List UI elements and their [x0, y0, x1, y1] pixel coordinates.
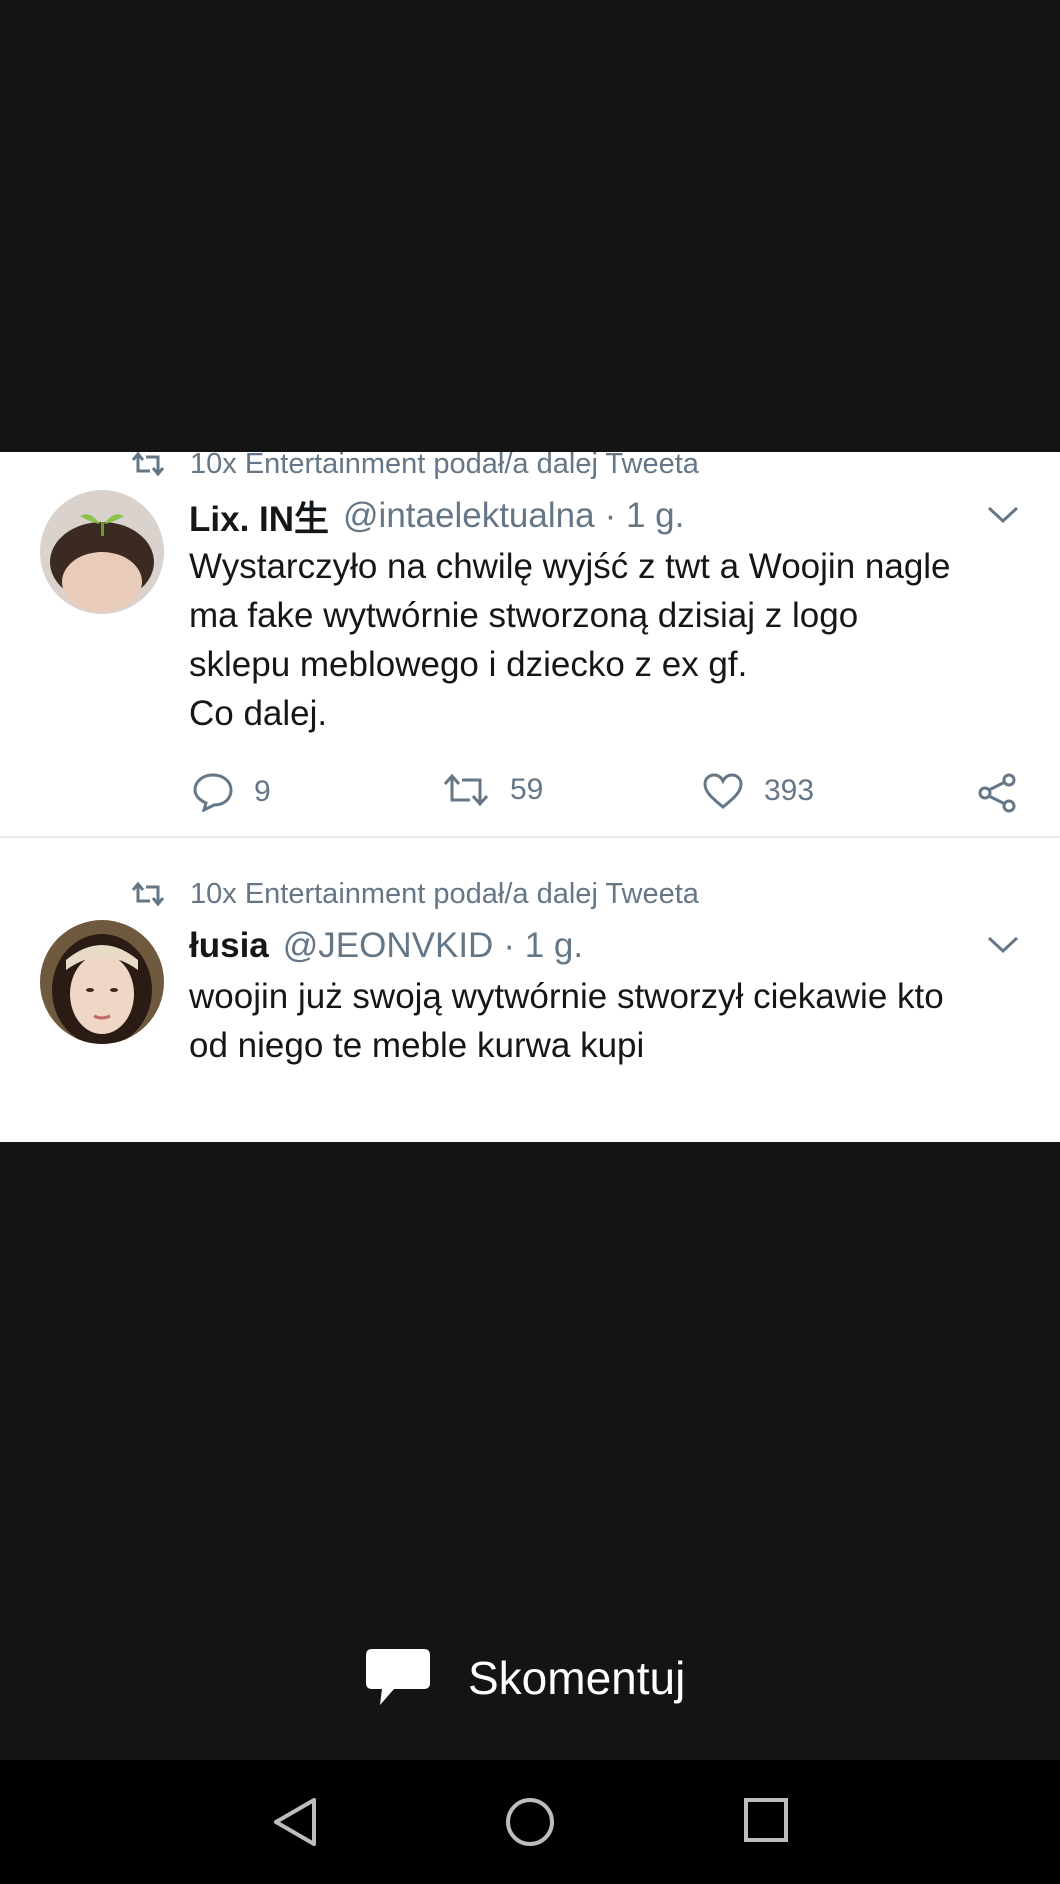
- avatar[interactable]: [40, 920, 164, 1044]
- tweet-header: Lix. IN生 @intaelektualna · 1 g.: [189, 494, 685, 539]
- tweet-text: woojin już swoją wytwórnie stworzył ciek…: [189, 977, 944, 1065]
- timestamp: · 1 g.: [604, 496, 685, 535]
- retweet-notice: 10x Entertainment podał/a dalej Tweeta: [130, 452, 699, 482]
- display-name[interactable]: łusia: [189, 926, 269, 966]
- reply-button[interactable]: 9: [192, 772, 271, 812]
- comment-label: Skomentuj: [468, 1652, 686, 1704]
- navigation-bar: [0, 1760, 1060, 1884]
- share-icon: [978, 773, 1016, 813]
- display-name[interactable]: Lix. IN生: [189, 491, 329, 542]
- chevron-down-icon[interactable]: [986, 934, 1020, 956]
- comment-button[interactable]: Skomentuj: [364, 1640, 685, 1716]
- retweet-icon: [131, 881, 165, 907]
- retweet-icon: [131, 452, 165, 477]
- like-icon: [703, 773, 743, 809]
- tweet-divider: [0, 836, 1060, 838]
- like-button[interactable]: 393: [702, 772, 814, 810]
- retweet-button[interactable]: 59: [442, 772, 543, 808]
- handle[interactable]: @JEONVKID: [283, 926, 494, 966]
- back-icon[interactable]: [270, 1796, 320, 1848]
- chevron-down-icon[interactable]: [986, 504, 1020, 526]
- handle[interactable]: @intaelektualna: [343, 496, 595, 536]
- timestamp: · 1 g.: [503, 926, 584, 965]
- screenshot-card: 10x Entertainment podał/a dalej Tweeta L…: [0, 452, 1060, 1142]
- recents-icon[interactable]: [742, 1796, 790, 1844]
- retweet-notice: 10x Entertainment podał/a dalej Tweeta: [130, 876, 699, 912]
- avatar[interactable]: [40, 490, 164, 614]
- comment-bubble-icon: [366, 1649, 430, 1705]
- reply-icon: [193, 773, 233, 812]
- tweet-header: łusia @JEONVKID · 1 g.: [189, 924, 583, 968]
- retweet-icon: [443, 773, 489, 807]
- home-icon[interactable]: [504, 1796, 556, 1848]
- share-button[interactable]: [976, 772, 1038, 814]
- tweet-text: Wystarczyło na chwilę wyjść z twt a Wooj…: [189, 547, 951, 733]
- tweet-actions: 9 59 393: [0, 772, 1060, 816]
